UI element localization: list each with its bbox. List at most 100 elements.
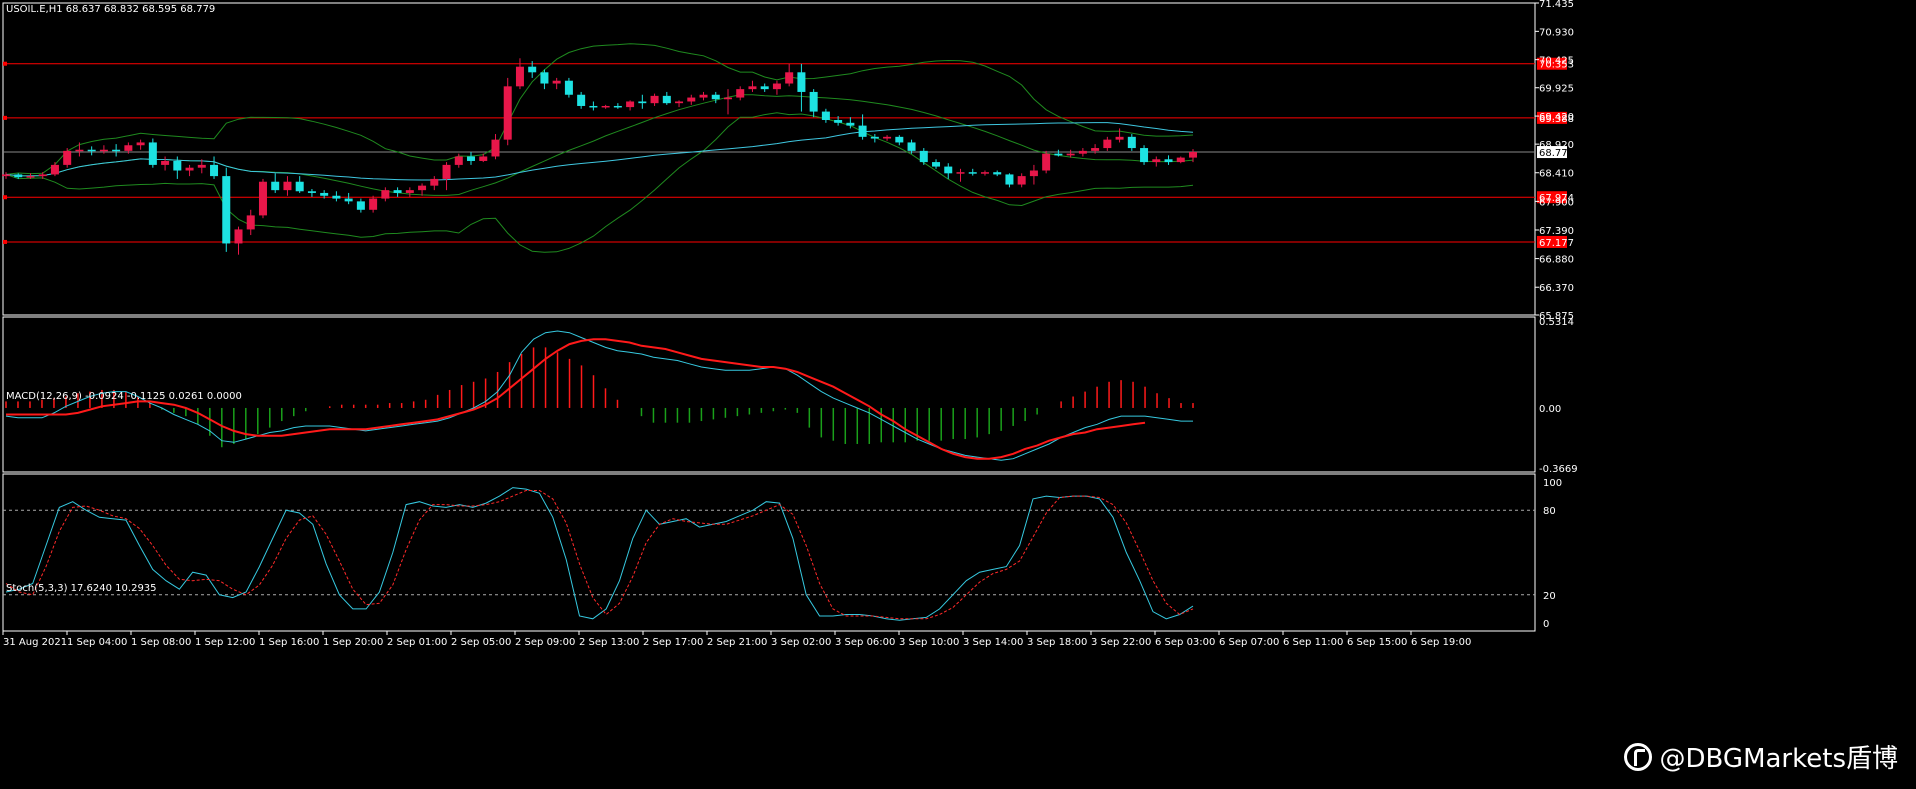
stoch-tick-label-1: 80 <box>1543 506 1556 517</box>
candle-body-42 <box>515 66 524 87</box>
candle-body-78 <box>956 172 965 174</box>
candle-body-93 <box>1140 148 1149 163</box>
candle-body-50 <box>613 105 622 108</box>
time-label-16: 3 Sep 18:00 <box>1027 637 1087 648</box>
candle-body-59 <box>723 97 732 100</box>
candle-body-44 <box>540 72 549 84</box>
candle-body-47 <box>577 94 586 106</box>
price-tick-label-0: 71.435 <box>1539 0 1574 10</box>
macd-header: MACD(12,26,9) -0.0924 -0.1125 0.0261 0.0… <box>6 391 242 402</box>
pane-frames <box>2 2 1536 632</box>
time-axis: 31 Aug 2021 1 Sep 04:00 1 Sep 08:00 1 Sep 1… <box>2 631 1471 648</box>
level-marker-2 <box>3 195 7 200</box>
candle-body-10 <box>124 145 133 151</box>
candle-body-34 <box>418 185 427 191</box>
candle-body-56 <box>687 97 696 102</box>
candle-body-84 <box>1029 170 1038 177</box>
candle-body-36 <box>442 164 451 179</box>
candle-body-46 <box>564 80 573 95</box>
candle-body-21 <box>258 181 267 216</box>
candle-body-58 <box>711 94 720 100</box>
candle-body-8 <box>99 149 108 152</box>
stoch-main-line <box>5 487 1194 621</box>
candle-body-83 <box>1017 176 1026 185</box>
time-label-20: 6 Sep 11:00 <box>1283 637 1343 648</box>
price-tick-label-4: 69.420 <box>1539 112 1574 123</box>
time-label-2: 1 Sep 08:00 <box>131 637 191 648</box>
candle-body-72 <box>883 136 892 139</box>
watermark-text: @DBGMarkets盾博 <box>1659 744 1898 774</box>
candle-body-7 <box>87 149 96 152</box>
time-label-13: 3 Sep 06:00 <box>835 637 895 648</box>
candle-body-32 <box>393 190 402 193</box>
candle-body-35 <box>430 178 439 186</box>
candle-body-63 <box>772 83 781 90</box>
bollinger-lower <box>5 112 1194 253</box>
price-tick-label-9: 66.880 <box>1539 255 1574 266</box>
candle-body-28 <box>344 198 353 202</box>
candle-body-16 <box>197 164 206 168</box>
candle-body-41 <box>503 86 512 140</box>
stoch-pane <box>3 487 1535 621</box>
pane-levels <box>3 61 1535 244</box>
candle-body-48 <box>589 105 598 108</box>
time-label-18: 6 Sep 03:00 <box>1155 637 1215 648</box>
candle-body-64 <box>785 72 794 84</box>
price-tick-label-3: 69.925 <box>1539 84 1574 95</box>
candle-body-94 <box>1152 159 1161 163</box>
candle-body-53 <box>650 95 659 104</box>
candle-body-27 <box>332 195 341 199</box>
time-label-6: 2 Sep 01:00 <box>387 637 447 648</box>
candle-body-87 <box>1066 153 1075 156</box>
price-tick-label-10: 66.370 <box>1539 283 1574 294</box>
bollinger-middle <box>5 94 1194 196</box>
candle-body-76 <box>932 162 941 167</box>
candle-body-45 <box>552 80 561 84</box>
candle-body-81 <box>993 172 1002 175</box>
time-label-1: 1 Sep 04:00 <box>67 637 127 648</box>
candle-body-40 <box>491 139 500 157</box>
candle-body-68 <box>834 120 843 123</box>
candle-body-5 <box>63 150 72 165</box>
price-tick-label-5: 68.920 <box>1539 140 1574 151</box>
time-label-14: 3 Sep 10:00 <box>899 637 959 648</box>
candle-body-18 <box>222 176 231 244</box>
time-label-3: 1 Sep 12:00 <box>195 637 255 648</box>
candle-body-12 <box>148 142 157 165</box>
level-label-3: 67.177 <box>1539 238 1574 249</box>
time-label-10: 2 Sep 17:00 <box>643 637 703 648</box>
stoch-tick-label-0: 100 <box>1543 478 1562 489</box>
time-label-12: 3 Sep 02:00 <box>771 637 831 648</box>
candle-body-4 <box>50 164 59 175</box>
stoch-tick-label-3: 0 <box>1543 619 1549 630</box>
candle-body-75 <box>919 150 928 163</box>
candle-body-54 <box>662 95 671 104</box>
candle-body-88 <box>1078 150 1087 154</box>
macd-tick-label-2: -0.3669 <box>1539 464 1578 475</box>
candle-body-97 <box>1189 151 1197 158</box>
price-tick-label-1: 70.930 <box>1539 27 1574 38</box>
level-marker-0 <box>3 61 7 66</box>
candle-body-31 <box>381 190 390 199</box>
bollinger-bands <box>5 43 1194 253</box>
candle-body-91 <box>1115 136 1124 140</box>
candle-body-17 <box>210 164 219 177</box>
level-marker-3 <box>3 239 7 244</box>
candle-body-60 <box>736 89 745 98</box>
price-candles <box>2 58 1197 255</box>
candle-body-80 <box>980 172 989 174</box>
candle-body-29 <box>356 201 365 210</box>
candle-body-71 <box>870 136 879 139</box>
candle-body-11 <box>136 142 145 146</box>
candle-body-25 <box>307 191 316 193</box>
price-tick-label-7: 67.900 <box>1539 197 1574 208</box>
candle-body-3 <box>38 174 47 177</box>
moving-average-line <box>5 122 1194 181</box>
candle-body-95 <box>1164 159 1173 163</box>
candle-body-61 <box>748 86 757 90</box>
stoch-tick-label-2: 20 <box>1543 591 1556 602</box>
candle-body-33 <box>405 190 414 193</box>
candle-body-65 <box>797 72 806 92</box>
time-label-21: 6 Sep 15:00 <box>1347 637 1407 648</box>
candle-body-70 <box>858 125 867 137</box>
